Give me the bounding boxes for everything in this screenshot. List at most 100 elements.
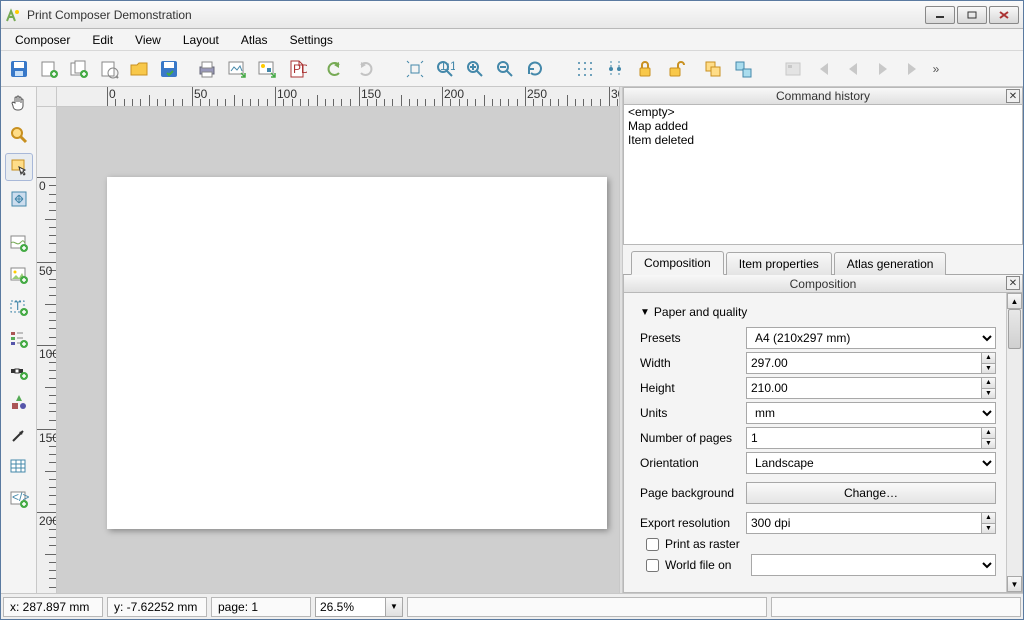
num-pages-input[interactable] xyxy=(746,427,981,449)
load-template-icon[interactable] xyxy=(125,55,153,83)
minimize-button[interactable] xyxy=(925,6,955,24)
atlas-next-icon[interactable] xyxy=(869,55,897,83)
menu-view[interactable]: View xyxy=(125,31,171,49)
scroll-up-icon[interactable]: ▲ xyxy=(1007,293,1022,309)
print-as-raster-checkbox[interactable] xyxy=(646,538,659,551)
guides-snap-icon[interactable] xyxy=(601,55,629,83)
history-close-icon[interactable]: ✕ xyxy=(1006,89,1020,103)
change-background-button[interactable]: Change… xyxy=(746,482,996,504)
add-shape-tool-icon[interactable] xyxy=(5,389,33,417)
atlas-last-icon[interactable] xyxy=(899,55,927,83)
zoom-in-icon[interactable] xyxy=(461,55,489,83)
scroll-down-icon[interactable]: ▼ xyxy=(1007,576,1022,592)
ungroup-icon[interactable] xyxy=(729,55,757,83)
orientation-select[interactable]: Landscape xyxy=(746,452,996,474)
ruler-vertical[interactable]: 050100150200 xyxy=(37,107,57,593)
menu-layout[interactable]: Layout xyxy=(173,31,229,49)
zoom-out-icon[interactable] xyxy=(491,55,519,83)
grid-snap-icon[interactable] xyxy=(571,55,599,83)
refresh-icon[interactable] xyxy=(521,55,549,83)
pan-tool-icon[interactable] xyxy=(5,89,33,117)
units-select[interactable]: mm xyxy=(746,402,996,424)
zoom-dropdown-icon[interactable]: ▼ xyxy=(385,597,403,617)
group-icon[interactable] xyxy=(699,55,727,83)
scroll-thumb[interactable] xyxy=(1008,309,1021,349)
add-table-tool-icon[interactable] xyxy=(5,453,33,481)
svg-text:PDF: PDF xyxy=(293,62,307,76)
collapse-triangle-icon: ▼ xyxy=(640,307,650,318)
add-image-tool-icon[interactable] xyxy=(5,261,33,289)
tab-composition[interactable]: Composition xyxy=(631,251,724,275)
width-input[interactable] xyxy=(746,352,981,374)
add-html-tool-icon[interactable]: </> xyxy=(5,485,33,513)
print-icon[interactable] xyxy=(193,55,221,83)
save-template-icon[interactable] xyxy=(155,55,183,83)
world-file-select[interactable] xyxy=(751,554,996,576)
history-item[interactable]: <empty> xyxy=(624,105,1022,119)
history-list[interactable]: <empty> Map added Item deleted xyxy=(623,105,1023,245)
title-bar: Print Composer Demonstration xyxy=(1,1,1023,29)
zoom-combo[interactable]: ▼ xyxy=(315,597,403,617)
maximize-button[interactable] xyxy=(957,6,987,24)
new-composer-icon[interactable] xyxy=(35,55,63,83)
menu-atlas[interactable]: Atlas xyxy=(231,31,278,49)
atlas-prev-icon[interactable] xyxy=(839,55,867,83)
atlas-first-icon[interactable] xyxy=(809,55,837,83)
spin-up-icon[interactable]: ▲ xyxy=(981,377,996,388)
move-content-tool-icon[interactable] xyxy=(5,185,33,213)
spin-up-icon[interactable]: ▲ xyxy=(981,352,996,363)
duplicate-composer-icon[interactable] xyxy=(65,55,93,83)
save-icon[interactable] xyxy=(5,55,33,83)
presets-select[interactable]: A4 (210x297 mm) xyxy=(746,327,996,349)
undo-icon[interactable] xyxy=(321,55,349,83)
status-message xyxy=(407,597,767,617)
status-page: page: 1 xyxy=(211,597,311,617)
ruler-horizontal[interactable]: 050100150200250300 xyxy=(57,87,619,107)
add-map-tool-icon[interactable] xyxy=(5,229,33,257)
export-image-icon[interactable] xyxy=(223,55,251,83)
export-pdf-icon[interactable]: PDF xyxy=(283,55,311,83)
tab-atlas-generation[interactable]: Atlas generation xyxy=(834,252,947,275)
zoom-actual-icon[interactable]: 1:1 xyxy=(431,55,459,83)
spin-up-icon[interactable]: ▲ xyxy=(981,512,996,523)
add-legend-tool-icon[interactable] xyxy=(5,325,33,353)
presets-label: Presets xyxy=(640,331,740,345)
spin-down-icon[interactable]: ▼ xyxy=(981,388,996,400)
print-as-raster-label: Print as raster xyxy=(665,537,740,551)
history-panel-title: Command history ✕ xyxy=(623,87,1023,105)
lock-icon[interactable] xyxy=(631,55,659,83)
composer-page[interactable] xyxy=(107,177,607,529)
paper-quality-section[interactable]: ▼ Paper and quality xyxy=(640,305,996,319)
add-arrow-tool-icon[interactable] xyxy=(5,421,33,449)
composer-manager-icon[interactable] xyxy=(95,55,123,83)
height-input[interactable] xyxy=(746,377,981,399)
menu-edit[interactable]: Edit xyxy=(82,31,123,49)
tab-item-properties[interactable]: Item properties xyxy=(726,252,832,275)
properties-scrollbar[interactable]: ▲ ▼ xyxy=(1006,293,1022,592)
spin-up-icon[interactable]: ▲ xyxy=(981,427,996,438)
export-resolution-input[interactable] xyxy=(746,512,981,534)
redo-icon[interactable] xyxy=(351,55,379,83)
history-item[interactable]: Map added xyxy=(624,119,1022,133)
export-svg-icon[interactable] xyxy=(253,55,281,83)
spin-down-icon[interactable]: ▼ xyxy=(981,523,996,535)
composition-close-icon[interactable]: ✕ xyxy=(1006,276,1020,290)
add-scalebar-tool-icon[interactable] xyxy=(5,357,33,385)
history-item[interactable]: Item deleted xyxy=(624,133,1022,147)
spin-down-icon[interactable]: ▼ xyxy=(981,363,996,375)
zoom-input[interactable] xyxy=(315,597,385,617)
menu-composer[interactable]: Composer xyxy=(5,31,80,49)
canvas-viewport[interactable] xyxy=(57,107,619,593)
zoom-tool-icon[interactable] xyxy=(5,121,33,149)
menu-settings[interactable]: Settings xyxy=(280,31,343,49)
zoom-full-icon[interactable] xyxy=(401,55,429,83)
spin-down-icon[interactable]: ▼ xyxy=(981,438,996,450)
add-label-tool-icon[interactable]: T xyxy=(5,293,33,321)
select-tool-icon[interactable] xyxy=(5,153,33,181)
atlas-preview-icon[interactable] xyxy=(779,55,807,83)
status-x: x: 287.897 mm xyxy=(3,597,103,617)
toolbar-overflow-icon[interactable]: » xyxy=(929,62,943,76)
close-button[interactable] xyxy=(989,6,1019,24)
world-file-checkbox[interactable] xyxy=(646,559,659,572)
unlock-icon[interactable] xyxy=(661,55,689,83)
